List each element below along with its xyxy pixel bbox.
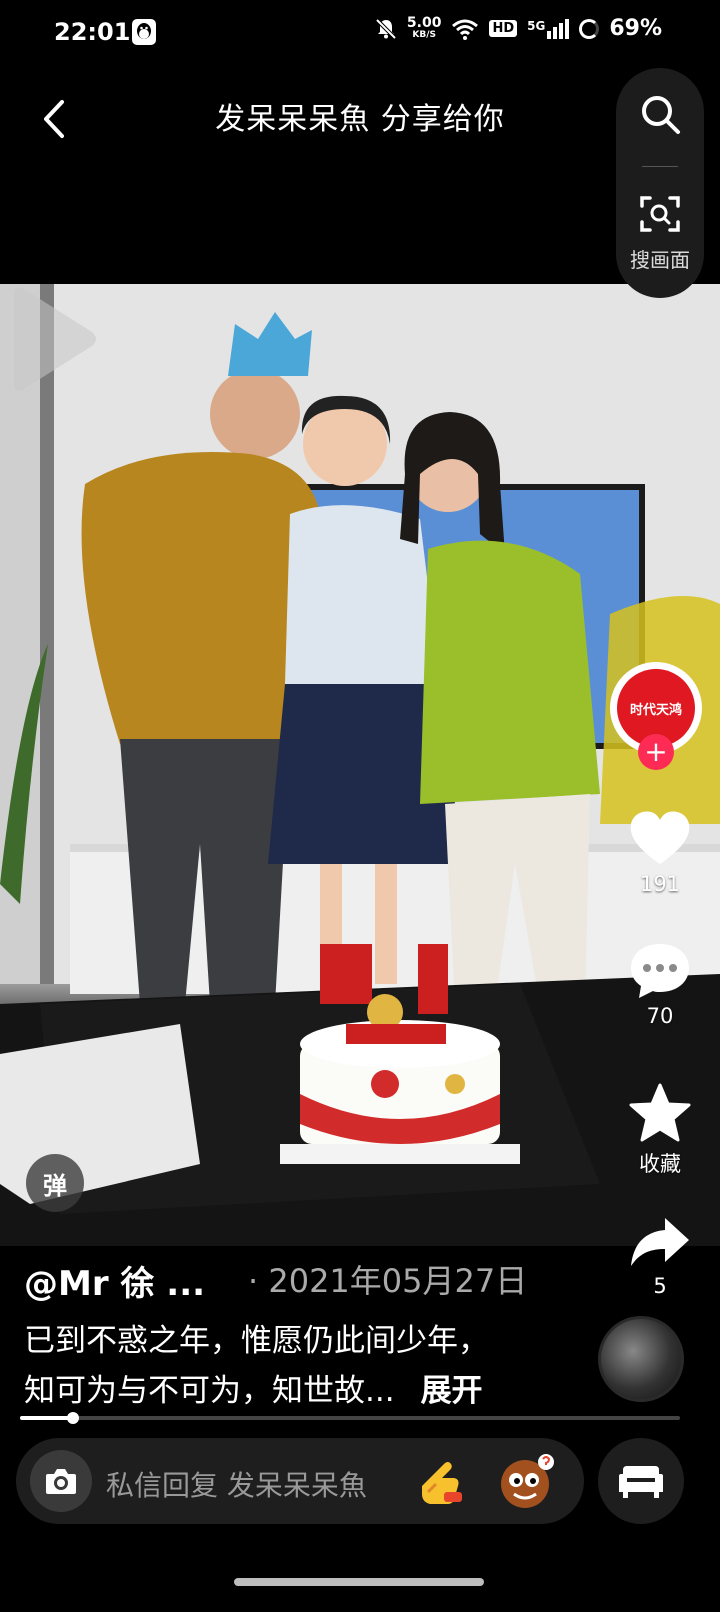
follow-plus-icon[interactable]: + — [638, 734, 674, 770]
description-line-2: 知可为与不可为，知世故... 展开 — [24, 1366, 584, 1416]
like-button[interactable]: 191 — [618, 808, 702, 896]
face-emoji-icon[interactable] — [498, 1452, 556, 1510]
comment-button[interactable]: 70 — [618, 940, 702, 1028]
video-description: 已到不惑之年，惟愿仍此间少年， 知可为与不可为，知世故... 展开 — [24, 1316, 584, 1416]
danmaku-toggle[interactable]: 弹 — [26, 1154, 84, 1212]
expand-button[interactable]: 展开 — [421, 1373, 483, 1409]
author-name[interactable]: @Mr 徐 ... — [24, 1256, 205, 1305]
battery-icon — [579, 18, 600, 39]
favorite-label: 收藏 — [639, 1152, 681, 1176]
progress-bar[interactable] — [20, 1412, 680, 1424]
search-icon[interactable] — [636, 90, 684, 138]
camera-button[interactable] — [30, 1450, 92, 1512]
reply-input-bar[interactable]: 私信回复 发呆呆呆魚 — [16, 1438, 584, 1524]
play-icon[interactable] — [0, 284, 100, 394]
qq-icon — [132, 19, 156, 45]
heart-icon — [630, 811, 690, 864]
like-count: 191 — [639, 872, 681, 896]
comment-icon — [631, 944, 689, 998]
share-arrow-icon — [631, 1218, 689, 1266]
home-indicator[interactable] — [234, 1578, 484, 1586]
side-tool-pill: 搜画面 — [616, 68, 704, 298]
status-icons: 5.00 KB/S HD 5G 69% — [375, 16, 662, 41]
video-player[interactable] — [0, 284, 720, 1246]
favorite-button[interactable]: 收藏 — [618, 1082, 702, 1178]
description-line-1: 已到不惑之年，惟愿仍此间少年， — [24, 1323, 489, 1359]
status-bar: 22:01 5.00 KB/S HD 5G 69% — [0, 0, 720, 64]
reply-input[interactable]: 私信回复 发呆呆呆魚 — [106, 1464, 367, 1504]
top-header: 发呆呆呆魚 分享给你 — [0, 64, 720, 284]
scan-icon[interactable] — [636, 190, 684, 238]
camera-icon — [46, 1469, 76, 1494]
wifi-icon — [452, 19, 479, 40]
sofa-icon — [619, 1466, 663, 1498]
danmaku-label: 弹 — [43, 1171, 67, 1200]
pill-divider — [642, 166, 678, 167]
video-frame-image — [0, 284, 720, 1246]
progress-handle[interactable] — [66, 1412, 79, 1424]
share-button[interactable]: 5 — [618, 1214, 702, 1298]
hand-emoji-icon[interactable] — [414, 1456, 466, 1508]
mute-icon — [375, 18, 397, 39]
scan-label[interactable]: 搜画面 — [616, 244, 704, 273]
share-count: 5 — [653, 1274, 667, 1298]
sofa-button[interactable] — [598, 1438, 684, 1524]
comment-count: 70 — [646, 1004, 674, 1028]
signal-label: 5G — [527, 18, 546, 33]
hd-badge: HD — [489, 20, 518, 37]
progress-fill — [20, 1416, 73, 1420]
signal-icon: 5G — [527, 18, 570, 39]
page-title: 发呆呆呆魚 分享给你 — [215, 102, 505, 137]
star-icon — [629, 1083, 691, 1142]
post-date: · 2021年05月27日 — [248, 1262, 528, 1300]
music-disc[interactable] — [598, 1316, 684, 1402]
battery-level: 69% — [609, 16, 662, 41]
description-line-2-text: 知可为与不可为，知世故... — [24, 1373, 395, 1409]
status-time: 22:01 — [54, 18, 131, 46]
net-speed: 5.00 KB/S — [406, 14, 442, 41]
net-speed-value: 5.00 — [406, 14, 442, 31]
net-speed-unit: KB/S — [412, 29, 436, 40]
